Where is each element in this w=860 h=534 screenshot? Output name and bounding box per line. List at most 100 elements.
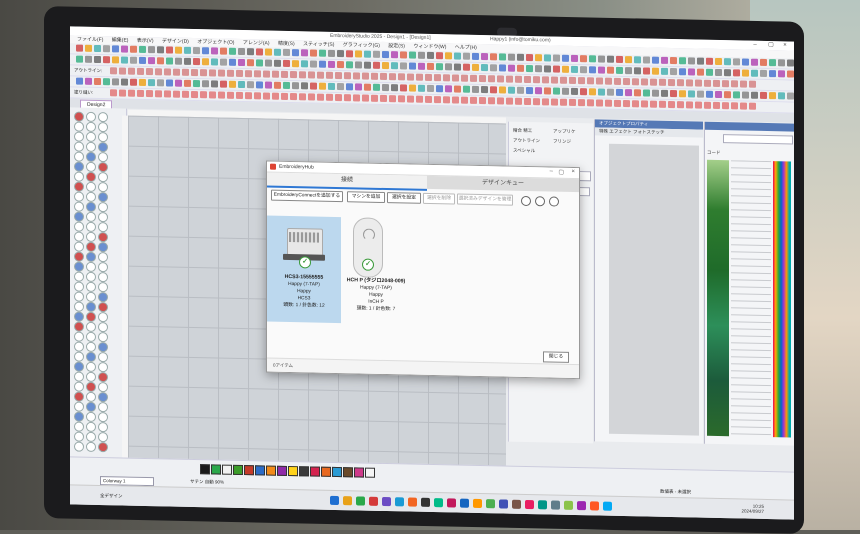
stitch-pattern-button[interactable] [560, 76, 567, 84]
toolbar-button[interactable] [553, 65, 560, 73]
toolbar-button[interactable] [274, 59, 281, 67]
digitizing-tool-icon[interactable] [86, 211, 96, 222]
stitch-pattern-button[interactable] [533, 98, 540, 106]
toolbar-button[interactable] [310, 60, 317, 68]
toolbar-button[interactable] [166, 46, 173, 54]
toolbar-button[interactable] [535, 65, 542, 73]
toolbar-button[interactable] [148, 57, 155, 65]
digitizing-tool-icon[interactable] [74, 201, 84, 212]
thread-color-swatch[interactable] [266, 465, 276, 476]
toolbar-button[interactable] [436, 52, 443, 60]
toolbar-button[interactable] [517, 53, 524, 61]
digitizing-tool-icon[interactable] [74, 431, 84, 442]
toolbar-button[interactable] [778, 59, 785, 67]
toolbar-button[interactable] [130, 56, 137, 64]
stitch-pattern-button[interactable] [677, 79, 684, 87]
stitch-pattern-button[interactable] [398, 95, 405, 103]
toolbar-button[interactable] [706, 68, 713, 76]
toolbar-button[interactable] [391, 62, 398, 70]
stitch-pattern-button[interactable] [344, 94, 351, 102]
stitch-pattern-button[interactable] [470, 74, 477, 82]
toolbar-button[interactable] [184, 57, 191, 65]
stitch-pattern-button[interactable] [272, 92, 279, 100]
toolbar-button[interactable] [229, 47, 236, 55]
stitch-pattern-button[interactable] [209, 91, 216, 99]
stitch-pattern-button[interactable] [137, 67, 144, 75]
toolbar-button[interactable] [589, 55, 596, 63]
digitizing-tool-icon[interactable] [98, 192, 108, 203]
dialog-close-icon[interactable]: × [571, 169, 575, 175]
stitch-pattern-button[interactable] [569, 76, 576, 85]
toolbar-button[interactable] [760, 58, 767, 67]
taskbar-app-icon[interactable] [603, 501, 612, 511]
digitizing-tool-icon[interactable] [74, 131, 84, 142]
stitch-pattern-button[interactable] [272, 70, 279, 78]
toolbar-button[interactable] [418, 62, 425, 70]
digitizing-tool-icon[interactable] [98, 352, 108, 363]
stitch-pattern-button[interactable] [308, 71, 315, 79]
digitizing-tool-icon[interactable] [98, 112, 108, 123]
thread-color-swatch[interactable] [354, 467, 364, 478]
taskbar-app-icon[interactable] [512, 499, 521, 509]
digitizing-tool-icon[interactable] [74, 351, 84, 362]
digitizing-tool-icon[interactable] [86, 391, 96, 402]
toolbar-button[interactable] [445, 63, 452, 71]
toolbar-button[interactable] [337, 61, 344, 69]
toolbar-button[interactable] [724, 58, 731, 66]
toolbar-button[interactable] [508, 53, 515, 61]
toolbar-button[interactable] [544, 87, 551, 95]
toolbar-button[interactable] [571, 87, 578, 96]
toolbar-button[interactable] [760, 69, 767, 78]
digitizing-tool-icon[interactable] [86, 301, 96, 312]
stitch-pattern-button[interactable] [551, 98, 558, 106]
stitch-pattern-button[interactable] [434, 96, 441, 104]
toolbar-button[interactable] [400, 84, 407, 92]
toolbar-button[interactable] [751, 58, 758, 66]
digitizing-tool-icon[interactable] [98, 342, 108, 353]
stitch-pattern-button[interactable] [110, 89, 117, 97]
toolbar-button[interactable] [364, 61, 371, 69]
toolbar-button[interactable] [130, 78, 137, 86]
digitizing-tool-icon[interactable] [74, 111, 84, 122]
digitizing-tool-icon[interactable] [98, 202, 108, 213]
toolbar-button[interactable] [121, 56, 128, 64]
toolbar-button[interactable] [211, 80, 218, 88]
stitch-pattern-button[interactable] [641, 100, 648, 108]
digitizing-tool-icon[interactable] [86, 441, 96, 452]
digitizing-tool-icon[interactable] [74, 191, 84, 202]
stitch-pattern-button[interactable] [254, 70, 261, 78]
stitch-pattern-button[interactable] [569, 98, 576, 107]
stitch-pattern-button[interactable] [650, 100, 657, 108]
toolbar-button[interactable] [724, 69, 731, 77]
toolbar-button[interactable] [769, 92, 776, 100]
digitizing-tool-icon[interactable] [74, 301, 84, 312]
digitizing-tool-icon[interactable] [86, 281, 96, 292]
toolbar-button[interactable] [175, 79, 182, 87]
stitch-pattern-button[interactable] [578, 77, 585, 85]
stitch-pattern-button[interactable] [731, 102, 738, 110]
toolbar-button[interactable] [121, 78, 128, 86]
toolbar-button[interactable] [346, 61, 353, 69]
digitizing-tool-icon[interactable] [74, 251, 84, 262]
stitch-pattern-button[interactable] [371, 72, 378, 80]
toolbar-button[interactable] [283, 81, 290, 90]
toolbar-button[interactable] [247, 59, 254, 67]
toolbar-button[interactable] [292, 82, 299, 90]
toolbar-button[interactable] [103, 56, 110, 64]
toolbar-button[interactable] [400, 51, 407, 59]
stitch-pattern-button[interactable] [704, 101, 711, 109]
thread-color-column[interactable] [707, 159, 729, 437]
stitch-pattern-button[interactable] [173, 90, 180, 98]
taskbar-app-icon[interactable] [447, 498, 456, 508]
digitizing-tool-icon[interactable] [74, 141, 84, 152]
toolbar-button[interactable] [139, 56, 146, 65]
toolbar-button[interactable] [499, 64, 506, 72]
toolbar-button[interactable] [751, 91, 758, 99]
toolbar-button[interactable] [166, 57, 173, 65]
stitch-pattern-button[interactable] [722, 80, 729, 88]
stitch-pattern-button[interactable] [515, 75, 522, 83]
toolbar-button[interactable] [751, 69, 758, 77]
taskbar-app-icon[interactable] [434, 498, 443, 508]
stitch-pattern-button[interactable] [668, 100, 675, 109]
toolbar-button[interactable] [769, 59, 776, 67]
